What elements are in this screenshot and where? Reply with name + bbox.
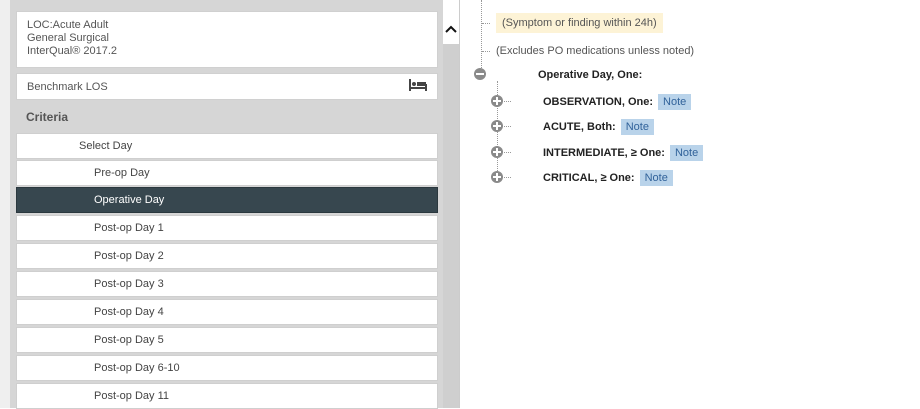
observation-note-button[interactable]: Note <box>658 94 692 110</box>
day-item-post-op-1[interactable]: Post-op Day 1 <box>16 215 438 241</box>
day-item-post-op-11[interactable]: Post-op Day 11 <box>16 383 438 409</box>
tree-node-acute-label: ACUTE, Both: <box>543 121 616 133</box>
day-item-operative[interactable]: Operative Day <box>16 187 438 213</box>
left-panel: LOC:Acute Adult General Surgical InterQu… <box>10 0 444 409</box>
symptom-note: (Symptom or finding within 24h) <box>496 13 663 33</box>
scroll-track[interactable] <box>443 44 459 408</box>
symptom-note-row: (Symptom or finding within 24h) <box>482 13 663 33</box>
tree-node-critical: CRITICAL, ≥ One: Note <box>543 169 673 187</box>
tree-node-intermediate: INTERMEDIATE, ≥ One: Note <box>543 144 704 162</box>
scrollbar[interactable] <box>443 0 460 408</box>
acute-note-button[interactable]: Note <box>620 119 654 135</box>
criteria-header: LOC:Acute Adult General Surgical InterQu… <box>16 11 438 68</box>
critical-note-button[interactable]: Note <box>639 170 673 186</box>
tree-node-critical-label: CRITICAL, ≥ One: <box>543 172 635 184</box>
day-item-post-op-6-10[interactable]: Post-op Day 6-10 <box>16 355 438 381</box>
header-loc: LOC:Acute Adult <box>27 19 109 31</box>
header-version: InterQual® 2017.2 <box>27 45 118 57</box>
select-day-label: Select Day <box>16 133 438 159</box>
tree-node-intermediate-label: INTERMEDIATE, ≥ One: <box>543 147 665 159</box>
intermediate-note-button[interactable]: Note <box>669 145 704 161</box>
scroll-up-button[interactable] <box>443 22 459 38</box>
day-item-post-op-3[interactable]: Post-op Day 3 <box>16 271 438 297</box>
day-item-post-op-5[interactable]: Post-op Day 5 <box>16 327 438 353</box>
criteria-tree-panel: (Symptom or finding within 24h) (Exclude… <box>460 0 920 408</box>
expand-icon[interactable] <box>491 120 503 132</box>
expand-icon[interactable] <box>491 95 503 107</box>
excludes-note: (Excludes PO medications unless noted) <box>496 45 695 57</box>
day-item-post-op-4[interactable]: Post-op Day 4 <box>16 299 438 325</box>
bed-icon <box>409 79 427 94</box>
tree-root-label: Operative Day, One: <box>538 69 643 81</box>
expand-icon[interactable] <box>491 146 503 158</box>
tree-node-observation-label: OBSERVATION, One: <box>543 96 654 108</box>
collapse-icon[interactable] <box>474 68 486 80</box>
header-subset: General Surgical <box>27 32 109 44</box>
tree-node-acute: ACUTE, Both: Note <box>543 118 654 136</box>
benchmark-los-label: Benchmark LOS <box>27 80 108 93</box>
expand-icon[interactable] <box>491 171 503 183</box>
day-item-post-op-2[interactable]: Post-op Day 2 <box>16 243 438 269</box>
criteria-section-title: Criteria <box>16 103 438 130</box>
excludes-note-row: (Excludes PO medications unless noted) <box>482 41 694 61</box>
chevron-up-icon <box>445 24 457 36</box>
benchmark-los-button[interactable]: Benchmark LOS <box>16 73 438 100</box>
day-item-pre-op[interactable]: Pre-op Day <box>16 160 438 186</box>
tree-node-observation: OBSERVATION, One: Note <box>543 93 692 111</box>
